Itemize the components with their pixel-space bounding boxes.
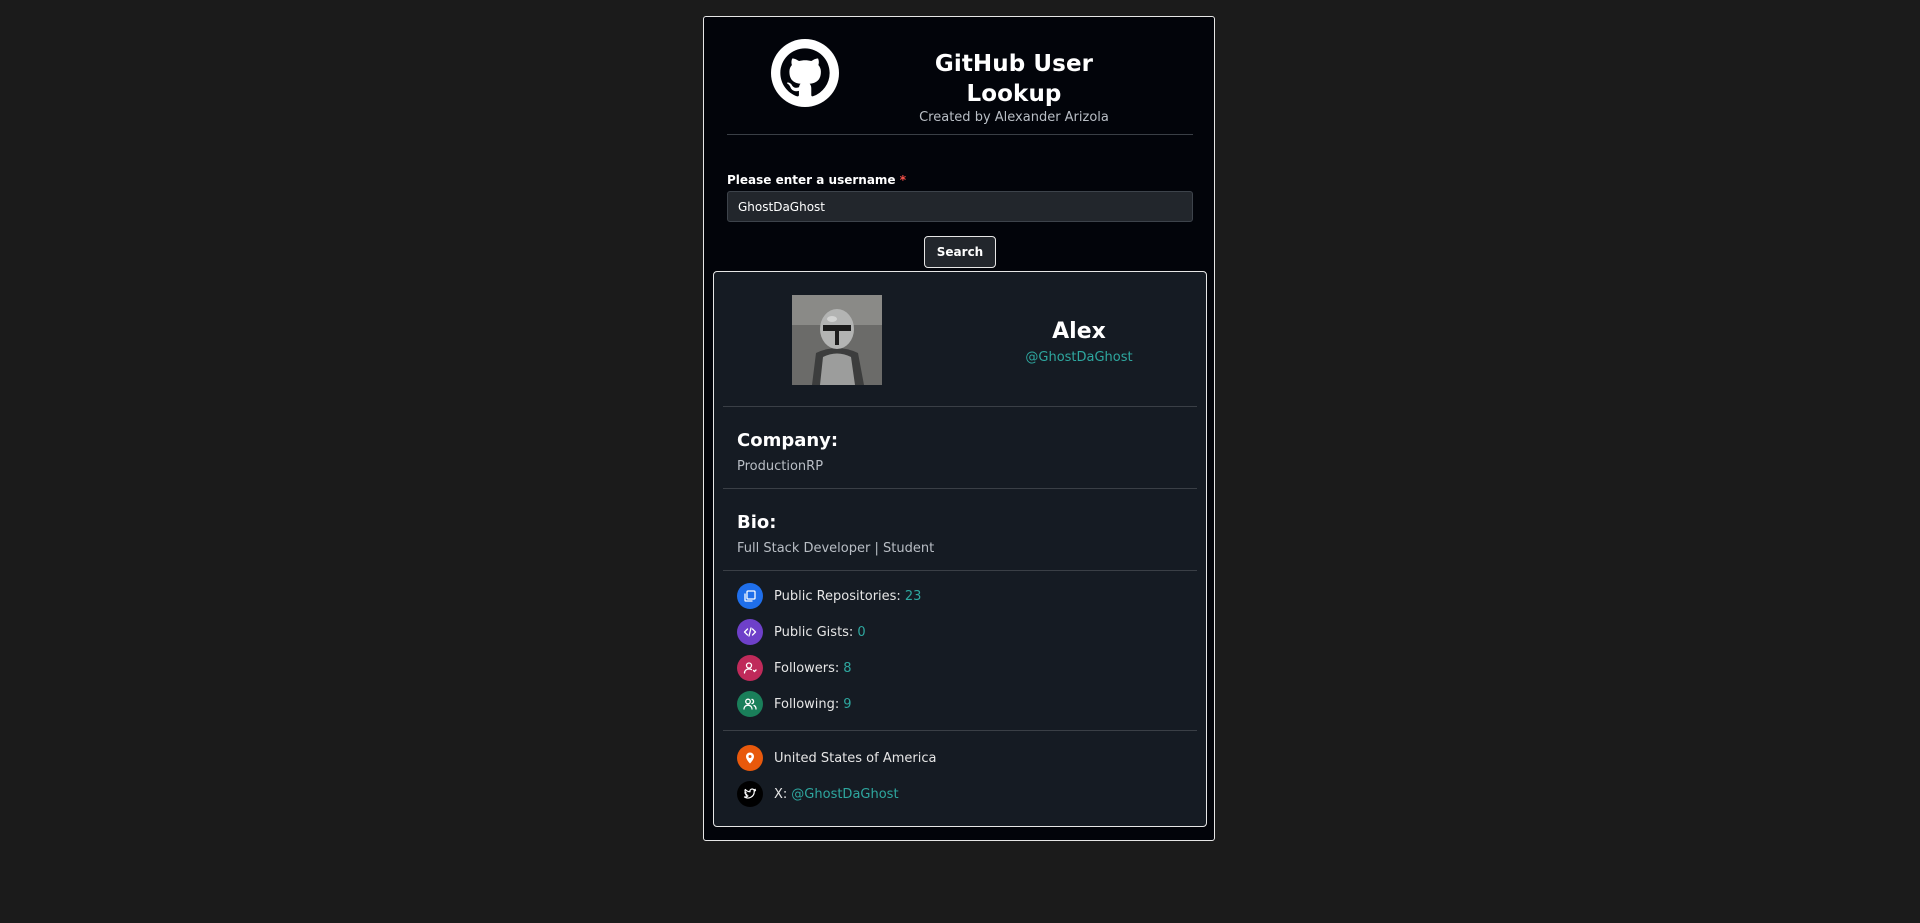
page-title: GitHub User Lookup — [934, 51, 1094, 107]
stat-value: 8 — [843, 660, 852, 676]
location-value: United States of America — [774, 750, 937, 766]
username-label-text: Please enter a username — [727, 173, 896, 187]
stat-label: Public Repositories: — [774, 588, 901, 604]
social-row: X: @GhostDaGhost — [737, 781, 899, 807]
stat-value: 9 — [843, 696, 852, 712]
followers-icon — [737, 655, 763, 681]
bio-heading: Bio: — [737, 512, 777, 533]
social-label: X: — [774, 786, 788, 802]
bio-value: Full Stack Developer | Student — [737, 541, 935, 556]
company-heading: Company: — [737, 430, 839, 451]
stat-following: Following: 9 — [737, 691, 852, 717]
repositories-icon — [737, 583, 763, 609]
profile-card: Alex @GhostDaGhost Company: ProductionRP… — [713, 271, 1207, 827]
location-pin-icon — [737, 745, 763, 771]
profile-divider — [723, 406, 1197, 407]
stat-repositories: Public Repositories: 23 — [737, 583, 921, 609]
stat-gists: Public Gists: 0 — [737, 619, 866, 645]
company-value: ProductionRP — [737, 459, 824, 474]
stat-label: Public Gists: — [774, 624, 854, 640]
page-subtitle: Created by Alexander Arizola — [919, 110, 1109, 125]
search-button[interactable]: Search — [924, 236, 996, 268]
stat-value: 23 — [904, 588, 922, 604]
social-handle-link[interactable]: @GhostDaGhost — [791, 787, 898, 802]
github-octocat-icon — [771, 39, 839, 107]
stat-value: 0 — [857, 624, 866, 640]
profile-name: Alex — [1052, 319, 1106, 344]
username-label: Please enter a username * — [727, 173, 906, 187]
header-divider — [727, 134, 1193, 135]
following-icon — [737, 691, 763, 717]
stats-divider — [723, 730, 1197, 731]
twitter-icon — [737, 781, 763, 807]
stat-label: Followers: — [774, 660, 840, 676]
code-icon — [737, 619, 763, 645]
required-marker: * — [899, 173, 907, 187]
title-block: GitHub User Lookup Created by Alexander … — [899, 49, 1129, 127]
stat-label: Following: — [774, 696, 840, 712]
lookup-panel: GitHub User Lookup Created by Alexander … — [703, 16, 1215, 841]
profile-login-link[interactable]: @GhostDaGhost — [1025, 350, 1132, 365]
stat-followers: Followers: 8 — [737, 655, 852, 681]
location-row: United States of America — [737, 745, 936, 771]
bio-divider — [723, 570, 1197, 571]
avatar — [792, 295, 882, 385]
username-input[interactable] — [727, 191, 1193, 222]
name-block: Alex @GhostDaGhost — [994, 318, 1164, 367]
avatar-image — [792, 295, 882, 385]
company-divider — [723, 488, 1197, 489]
header: GitHub User Lookup Created by Alexander … — [704, 17, 1214, 135]
